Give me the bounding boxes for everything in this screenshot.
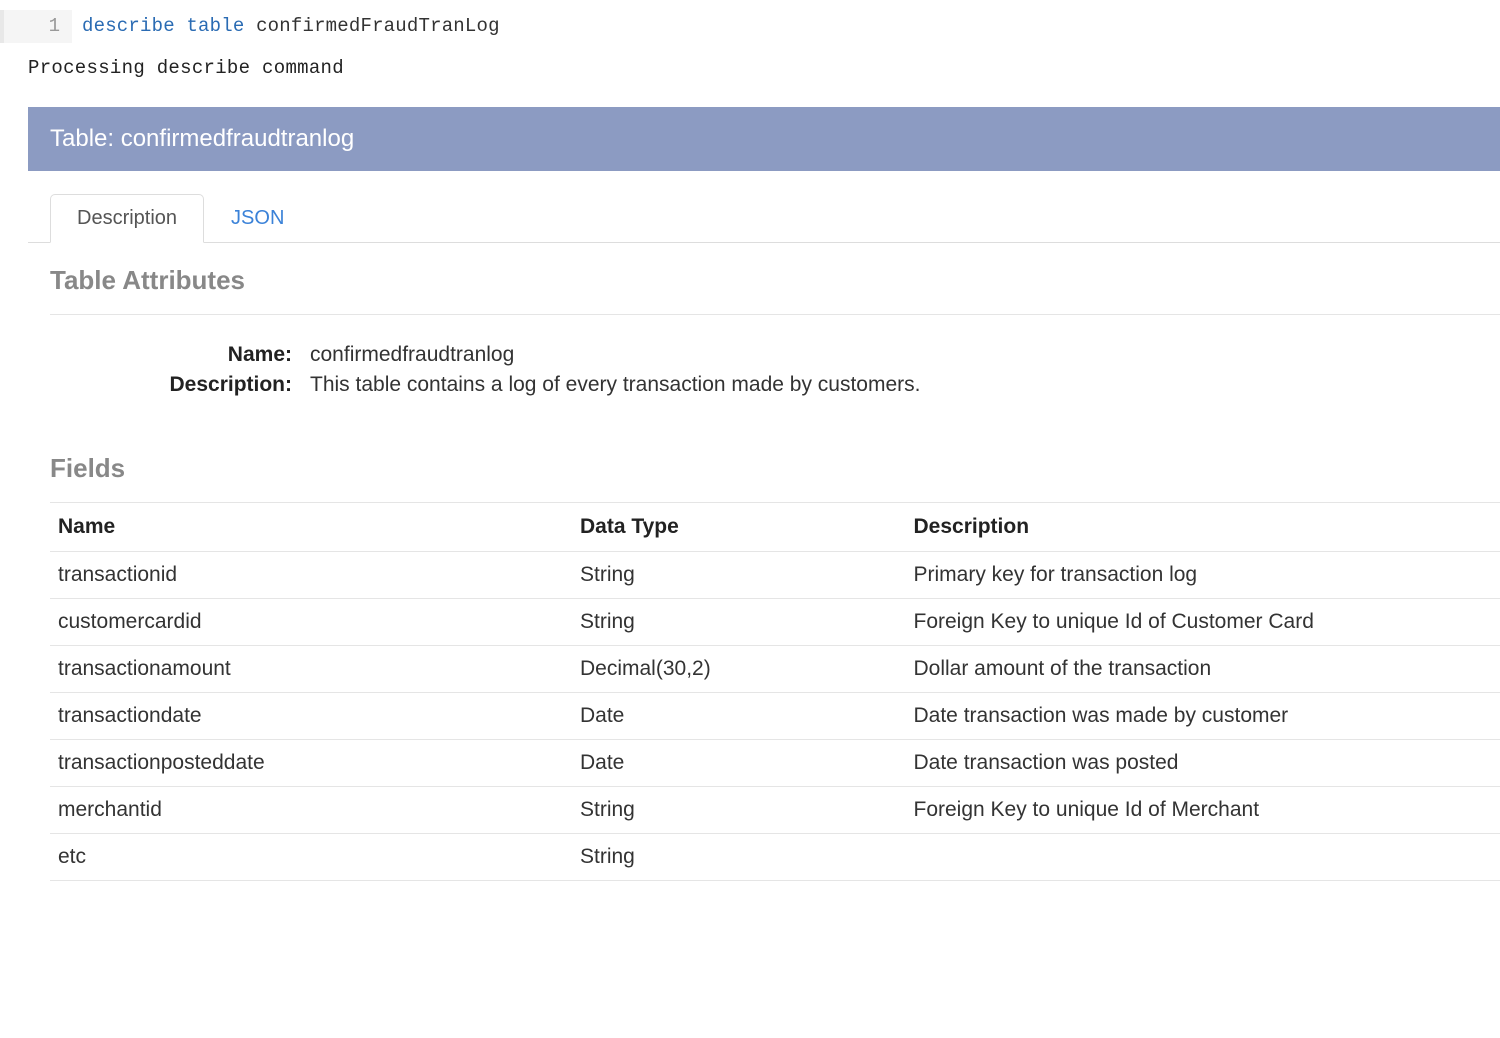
field-datatype: String <box>572 551 906 598</box>
panel-header: Table: confirmedfraudtranlog <box>28 107 1500 171</box>
output-status: Processing describe command <box>0 49 1500 107</box>
field-datatype: Decimal(30,2) <box>572 645 906 692</box>
tablist: Description JSON <box>28 171 1500 243</box>
attr-row-name: Name: confirmedfraudtranlog <box>50 343 1500 367</box>
tab-description[interactable]: Description <box>50 194 204 243</box>
field-datatype: String <box>572 833 906 880</box>
attr-value-description: This table contains a log of every trans… <box>310 373 920 397</box>
table-row: customercardidStringForeign Key to uniqu… <box>50 598 1500 645</box>
code-line[interactable]: describe table confirmedFraudTranLog <box>72 10 510 43</box>
attr-value-name: confirmedfraudtranlog <box>310 343 514 367</box>
field-name: customercardid <box>50 598 572 645</box>
field-description: Date transaction was posted <box>906 739 1500 786</box>
field-datatype: Date <box>572 739 906 786</box>
fields-table: Name Data Type Description transactionid… <box>50 502 1500 881</box>
table-identifier: confirmedFraudTranLog <box>256 15 500 37</box>
table-row: transactionidStringPrimary key for trans… <box>50 551 1500 598</box>
field-description: Dollar amount of the transaction <box>906 645 1500 692</box>
line-number-gutter: 1 <box>0 10 72 43</box>
field-description: Date transaction was made by customer <box>906 692 1500 739</box>
col-header-description: Description <box>906 502 1500 551</box>
field-name: etc <box>50 833 572 880</box>
field-name: transactionid <box>50 551 572 598</box>
attr-label-description: Description: <box>50 373 310 397</box>
table-attributes: Name: confirmedfraudtranlog Description:… <box>28 315 1500 431</box>
section-title-fields: Fields <box>28 431 1500 502</box>
field-description: Foreign Key to unique Id of Merchant <box>906 786 1500 833</box>
fields-header-row: Name Data Type Description <box>50 502 1500 551</box>
attr-row-description: Description: This table contains a log o… <box>50 373 1500 397</box>
col-header-datatype: Data Type <box>572 502 906 551</box>
field-datatype: Date <box>572 692 906 739</box>
tab-json[interactable]: JSON <box>204 194 311 243</box>
field-description: Foreign Key to unique Id of Customer Car… <box>906 598 1500 645</box>
field-name: transactiondate <box>50 692 572 739</box>
result-panel: Table: confirmedfraudtranlog Description… <box>28 107 1500 881</box>
attr-label-name: Name: <box>50 343 310 367</box>
line-number: 1 <box>49 15 60 37</box>
section-title-attributes: Table Attributes <box>28 243 1500 314</box>
keyword-table: table <box>186 15 244 37</box>
table-row: transactionposteddateDateDate transactio… <box>50 739 1500 786</box>
code-cell[interactable]: 1 describe table confirmedFraudTranLog <box>0 0 1500 49</box>
table-row: transactionamountDecimal(30,2)Dollar amo… <box>50 645 1500 692</box>
field-description <box>906 833 1500 880</box>
table-row: merchantidStringForeign Key to unique Id… <box>50 786 1500 833</box>
table-row: transactiondateDateDate transaction was … <box>50 692 1500 739</box>
field-datatype: String <box>572 598 906 645</box>
col-header-name: Name <box>50 502 572 551</box>
field-description: Primary key for transaction log <box>906 551 1500 598</box>
field-name: merchantid <box>50 786 572 833</box>
keyword-describe: describe <box>82 15 175 37</box>
field-name: transactionposteddate <box>50 739 572 786</box>
field-datatype: String <box>572 786 906 833</box>
field-name: transactionamount <box>50 645 572 692</box>
table-row: etcString <box>50 833 1500 880</box>
